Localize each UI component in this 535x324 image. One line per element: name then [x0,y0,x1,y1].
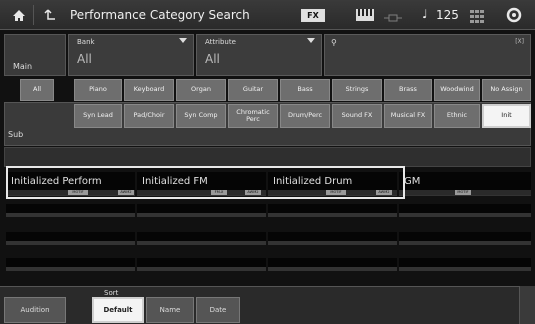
sort-label: Sort [104,289,119,297]
result-empty [6,204,135,217]
sub-label: Sub [8,130,24,139]
gear-icon[interactable] [505,6,523,24]
result-empty [399,258,531,271]
main-cat-piano[interactable]: Piano [74,79,122,101]
result-item[interactable]: GM MOTIF [399,172,531,196]
grid-icon[interactable] [470,8,484,23]
result-empty [6,258,135,271]
result-empty [399,232,531,245]
page-title: Performance Category Search [70,8,250,22]
side-tab [519,286,535,324]
sub-cat-pad-choir[interactable]: Pad/Choir [124,104,174,128]
audition-button[interactable]: Audition [4,297,66,323]
note-icon: ♩ [422,7,428,21]
main-label: Main [13,62,33,71]
bank-select[interactable]: Bank All [68,34,194,76]
screen: Performance Category Search FX ♩ 125 Mai… [0,0,535,324]
sub-cat-drum-perc[interactable]: Drum/Perc [280,104,330,128]
main-category-row: All Piano Keyboard Organ Guitar Bass Str… [4,79,531,102]
main-label-box: Main [4,34,66,76]
bottom-bar [0,286,535,324]
sub-cat-syn-lead[interactable]: Syn Lead [74,104,122,128]
bank-value: All [77,52,92,66]
result-empty [137,204,266,217]
attribute-value: All [205,52,220,66]
main-cat-guitar[interactable]: Guitar [228,79,278,101]
main-cat-organ[interactable]: Organ [176,79,226,101]
search-input[interactable]: ⚲ [X] [324,34,531,76]
result-empty [6,232,135,245]
chevron-down-icon [179,38,187,43]
sub-cat-musical-fx[interactable]: Musical FX [384,104,432,128]
highlight-frame [6,166,405,199]
result-empty [268,232,397,245]
sub-cat-chromatic-perc[interactable]: Chromatic Perc [228,104,278,128]
result-empty [268,258,397,271]
tempo-value[interactable]: 125 [436,8,459,22]
tag-badge: MOTIF [455,190,471,195]
main-cat-strings[interactable]: Strings [332,79,382,101]
sort-default-button[interactable]: Default [92,297,144,323]
home-icon[interactable] [4,5,34,25]
main-cat-no-assign[interactable]: No Assign [482,79,531,101]
separator-strip [4,147,531,167]
keyboard-icon[interactable] [355,7,375,23]
result-empty [137,232,266,245]
main-cat-bass[interactable]: Bass [280,79,330,101]
sub-category-row: Syn Lead Pad/Choir Syn Comp Chromatic Pe… [4,104,531,130]
midi-icon [383,9,403,22]
back-icon[interactable] [36,5,64,25]
result-empty [399,204,531,217]
sub-cat-syn-comp[interactable]: Syn Comp [176,104,226,128]
clear-icon[interactable]: [X] [515,38,524,45]
sub-cat-ethnic[interactable]: Ethnic [434,104,480,128]
bank-label: Bank [77,38,95,46]
result-empty [268,204,397,217]
sub-cat-init[interactable]: Init [482,104,531,128]
title-bar: Performance Category Search FX ♩ 125 [0,0,535,30]
main-cat-woodwind[interactable]: Woodwind [434,79,480,101]
attribute-label: Attribute [205,38,236,46]
chevron-down-icon [307,38,315,43]
result-empty [137,258,266,271]
main-cat-keyboard[interactable]: Keyboard [124,79,174,101]
search-icon: ⚲ [331,38,337,47]
main-cat-all[interactable]: All [20,79,54,101]
sort-date-button[interactable]: Date [196,297,240,323]
result-name: GM [404,176,421,187]
main-cat-brass[interactable]: Brass [384,79,432,101]
fx-badge[interactable]: FX [301,9,325,22]
sub-cat-sound-fx[interactable]: Sound FX [332,104,382,128]
attribute-select[interactable]: Attribute All [196,34,322,76]
sort-name-button[interactable]: Name [146,297,194,323]
